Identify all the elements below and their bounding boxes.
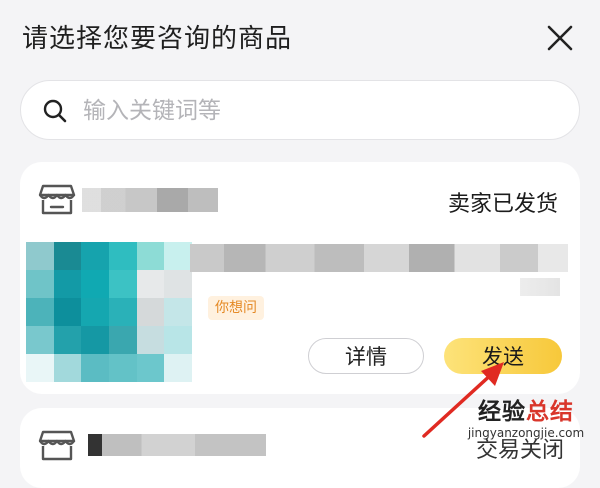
close-icon [547, 25, 573, 51]
product-spec-blurred [520, 278, 560, 296]
shop-icon [38, 430, 76, 461]
detail-button[interactable]: 详情 [308, 338, 424, 374]
product-thumbnail-blurred [26, 242, 192, 382]
ask-tag: 你想问 [208, 296, 264, 320]
order-status: 卖家已发货 [447, 192, 558, 217]
close-button[interactable] [542, 20, 578, 56]
shop-icon [38, 184, 76, 215]
shop-name-blurred [82, 188, 218, 212]
send-button[interactable]: 发送 [444, 338, 562, 374]
page-title: 请选择您要咨询的商品 [22, 24, 293, 54]
search-input[interactable] [81, 81, 565, 141]
search-bar [20, 80, 580, 141]
dialog-header: 请选择您要咨询的商品 [0, 0, 600, 78]
shop-name-blurred [88, 434, 266, 456]
order-card[interactable]: 卖家已发货 你想问 详情 发送 [20, 162, 580, 394]
order-status: 交易关闭 [475, 438, 564, 463]
search-icon [43, 99, 67, 123]
order-card[interactable]: 交易关闭 [20, 408, 580, 488]
product-title-blurred [190, 244, 568, 272]
